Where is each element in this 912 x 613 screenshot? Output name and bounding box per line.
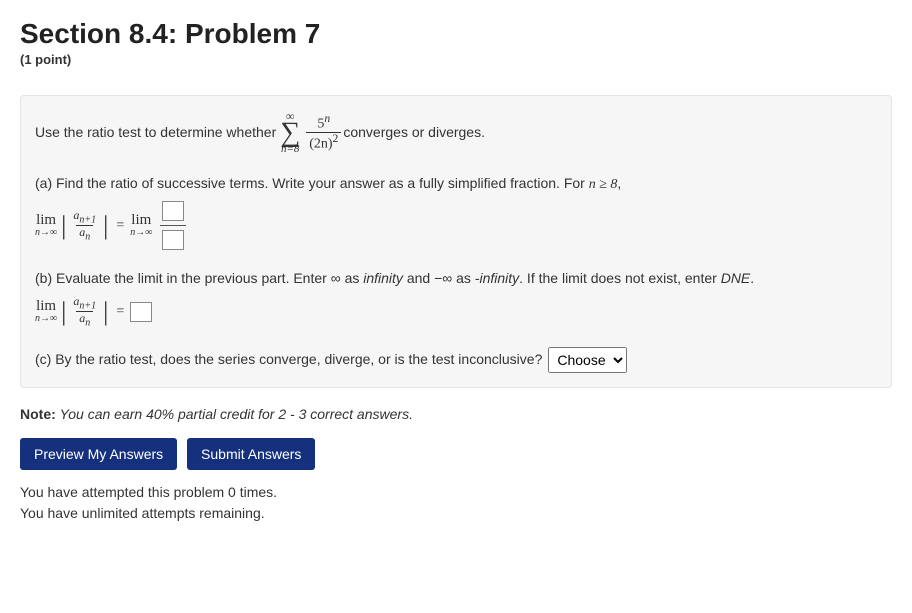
abs-ratio: | an+1 an | — [59, 209, 110, 243]
part-a-condition: n ≥ 8 — [589, 177, 618, 192]
page-title: Section 8.4: Problem 7 — [20, 18, 892, 50]
part-a-answer-fraction — [160, 201, 186, 250]
part-b-equation: lim n→∞ | an+1 an | = — [35, 295, 877, 329]
attempts-info: You have attempted this problem 0 times.… — [20, 482, 892, 524]
button-row: Preview My Answers Submit Answers — [20, 438, 892, 470]
lim-word-right: lim — [131, 213, 151, 228]
lim-b: lim n→∞ — [35, 299, 57, 324]
problem-panel: Use the ratio test to determine whether … — [20, 95, 892, 388]
intro-after: converges or diverges. — [343, 122, 485, 143]
part-b-after: . — [750, 270, 754, 286]
sigma-sum: ∞ ∑ n=8 — [280, 110, 300, 155]
equals-b: = — [116, 301, 124, 322]
ratio-den-sub-b: n — [85, 318, 90, 329]
part-a-numerator-input[interactable] — [162, 201, 184, 221]
dne-word: DNE — [721, 270, 751, 286]
lim-sub-b: n→∞ — [35, 314, 57, 324]
abs-bar-left-b: | — [59, 299, 68, 325]
part-c: (c) By the ratio test, does the series c… — [35, 347, 877, 373]
ratio-num-sub: n+1 — [79, 214, 96, 225]
lim-sub-right: n→∞ — [130, 228, 152, 238]
note-line: Note: You can earn 40% partial credit fo… — [20, 406, 892, 422]
points-label: (1 point) — [20, 52, 892, 67]
lim-sub-left: n→∞ — [35, 228, 57, 238]
part-c-prompt: (c) By the ratio test, does the series c… — [35, 349, 542, 370]
infinity-word: infinity — [363, 270, 403, 286]
part-a-equation: lim n→∞ | an+1 an | = lim n→∞ — [35, 201, 877, 250]
part-c-select[interactable]: Choose — [548, 347, 627, 373]
abs-bar-right: | — [101, 213, 110, 239]
series-num-exp: n — [324, 112, 330, 125]
attempts-line2: You have unlimited attempts remaining. — [20, 503, 892, 524]
sum-lower: n=8 — [281, 144, 299, 155]
ratio-fraction: an+1 an — [70, 209, 99, 243]
part-b: (b) Evaluate the limit in the previous p… — [35, 268, 877, 329]
neg-infinity-word: -infinity — [475, 270, 519, 286]
lim-right: lim n→∞ — [130, 213, 152, 238]
part-a-prompt-before: (a) Find the ratio of successive terms. … — [35, 175, 589, 191]
ratio-fraction-b: an+1 an — [70, 295, 99, 329]
lim-word-b: lim — [36, 299, 56, 314]
lim-word-left: lim — [36, 213, 56, 228]
part-b-mid2: . If the limit does not exist, enter — [519, 270, 721, 286]
note-label: Note: — [20, 406, 56, 422]
intro-line: Use the ratio test to determine whether … — [35, 110, 877, 155]
ratio-num-sub-b: n+1 — [79, 300, 96, 311]
abs-bar-left: | — [59, 213, 68, 239]
note-text: You can earn 40% partial credit for 2 - … — [60, 406, 413, 422]
series-fraction: 5n (2n)2 — [306, 113, 341, 152]
part-a-prompt-after: , — [617, 175, 621, 191]
sigma-icon: ∑ — [280, 122, 300, 144]
part-a: (a) Find the ratio of successive terms. … — [35, 173, 877, 250]
part-b-mid: and −∞ as — [403, 270, 475, 286]
ratio-den-sub: n — [85, 231, 90, 242]
equals-a: = — [116, 215, 124, 236]
preview-button[interactable]: Preview My Answers — [20, 438, 177, 470]
attempts-line1: You have attempted this problem 0 times. — [20, 482, 892, 503]
abs-bar-right-b: | — [101, 299, 110, 325]
series-den-exp: 2 — [333, 132, 339, 145]
intro-before: Use the ratio test to determine whether — [35, 122, 276, 143]
part-b-answer-input[interactable] — [130, 302, 152, 322]
part-b-before: (b) Evaluate the limit in the previous p… — [35, 270, 363, 286]
abs-ratio-b: | an+1 an | — [59, 295, 110, 329]
lim-left: lim n→∞ — [35, 213, 57, 238]
submit-button[interactable]: Submit Answers — [187, 438, 315, 470]
part-a-denominator-input[interactable] — [162, 230, 184, 250]
series-den-base: (2n) — [309, 137, 332, 152]
